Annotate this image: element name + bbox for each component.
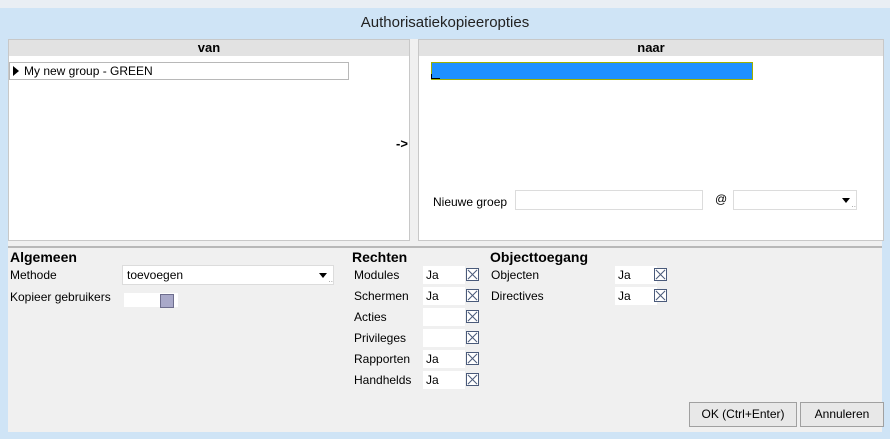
nieuwe-groep-label: Nieuwe groep [433,195,508,209]
rechten-checkbox-modules[interactable] [466,268,479,281]
destination-row-selected[interactable] [431,62,753,80]
rechten-checkbox-acties[interactable] [466,310,479,323]
source-header: van [9,40,409,56]
at-combo[interactable]: .. [733,190,857,210]
objecttoegang-value-objecten: Ja [614,265,658,285]
rechten-value-acties [422,307,466,327]
rechten-label-handhelds: Handhelds [354,373,412,387]
rechten-label-modules: Modules [354,268,400,282]
row-indicator-icon [13,66,19,76]
objecttoegang-title: Objecttoegang [490,249,589,265]
destination-header: naar [419,40,883,56]
ellipsis-icon: .. [851,200,856,209]
ellipsis-icon: .. [328,275,333,284]
dialog-client-area: van My new group - GREEN -> naar Nieuwe … [8,39,884,432]
objecttoegang-label-directives: Directives [491,289,544,303]
nieuwe-groep-input[interactable] [515,190,703,210]
source-panel: van My new group - GREEN [8,39,410,241]
rechten-checkbox-rapporten[interactable] [466,352,479,365]
algemeen-title: Algemeen [10,249,77,265]
methode-value: toevoegen [127,268,184,282]
top-strip [0,0,890,8]
rechten-checkbox-privileges[interactable] [466,331,479,344]
chevron-down-icon[interactable] [319,273,327,278]
dialog-title: Authorisatiekopieeropties [360,14,530,31]
objecttoegang-label-objecten: Objecten [491,268,540,282]
rechten-label-acties: Acties [354,310,387,324]
rechten-checkbox-schermen[interactable] [466,289,479,302]
at-label: @ [715,192,728,206]
dialog-window: Authorisatiekopieeropties van My new gro… [0,8,890,439]
transfer-arrow: -> [396,136,408,151]
objecttoegang-value-directives: Ja [614,286,658,306]
rechten-label-rapporten: Rapporten [354,352,411,366]
section-divider [8,246,882,248]
rechten-label-privileges: Privileges [354,331,407,345]
objecttoegang-checkbox-directives[interactable] [654,289,667,302]
kopieer-gebruikers-label: Kopieer gebruikers [10,290,111,304]
source-row-label: My new group - GREEN [24,64,153,78]
source-row-selected[interactable]: My new group - GREEN [9,62,349,80]
rechten-title: Rechten [352,249,408,265]
kopieer-gebruikers-checkbox[interactable] [160,294,174,308]
rechten-value-handhelds: Ja [422,370,466,390]
ok-button[interactable]: OK (Ctrl+Enter) [689,402,797,427]
methode-select[interactable]: toevoegen .. [122,265,334,285]
methode-label: Methode [10,268,57,282]
rechten-value-schermen: Ja [422,286,466,306]
rechten-value-privileges [422,328,466,348]
rechten-label-schermen: Schermen [354,289,409,303]
rechten-value-rapporten: Ja [422,349,466,369]
new-row-marker-icon [431,74,440,79]
cancel-button[interactable]: Annuleren [800,402,884,427]
rechten-value-modules: Ja [422,265,466,285]
objecttoegang-checkbox-objecten[interactable] [654,268,667,281]
rechten-checkbox-handhelds[interactable] [466,373,479,386]
destination-panel: naar Nieuwe groep @ .. [418,39,884,241]
chevron-down-icon[interactable] [842,198,850,203]
